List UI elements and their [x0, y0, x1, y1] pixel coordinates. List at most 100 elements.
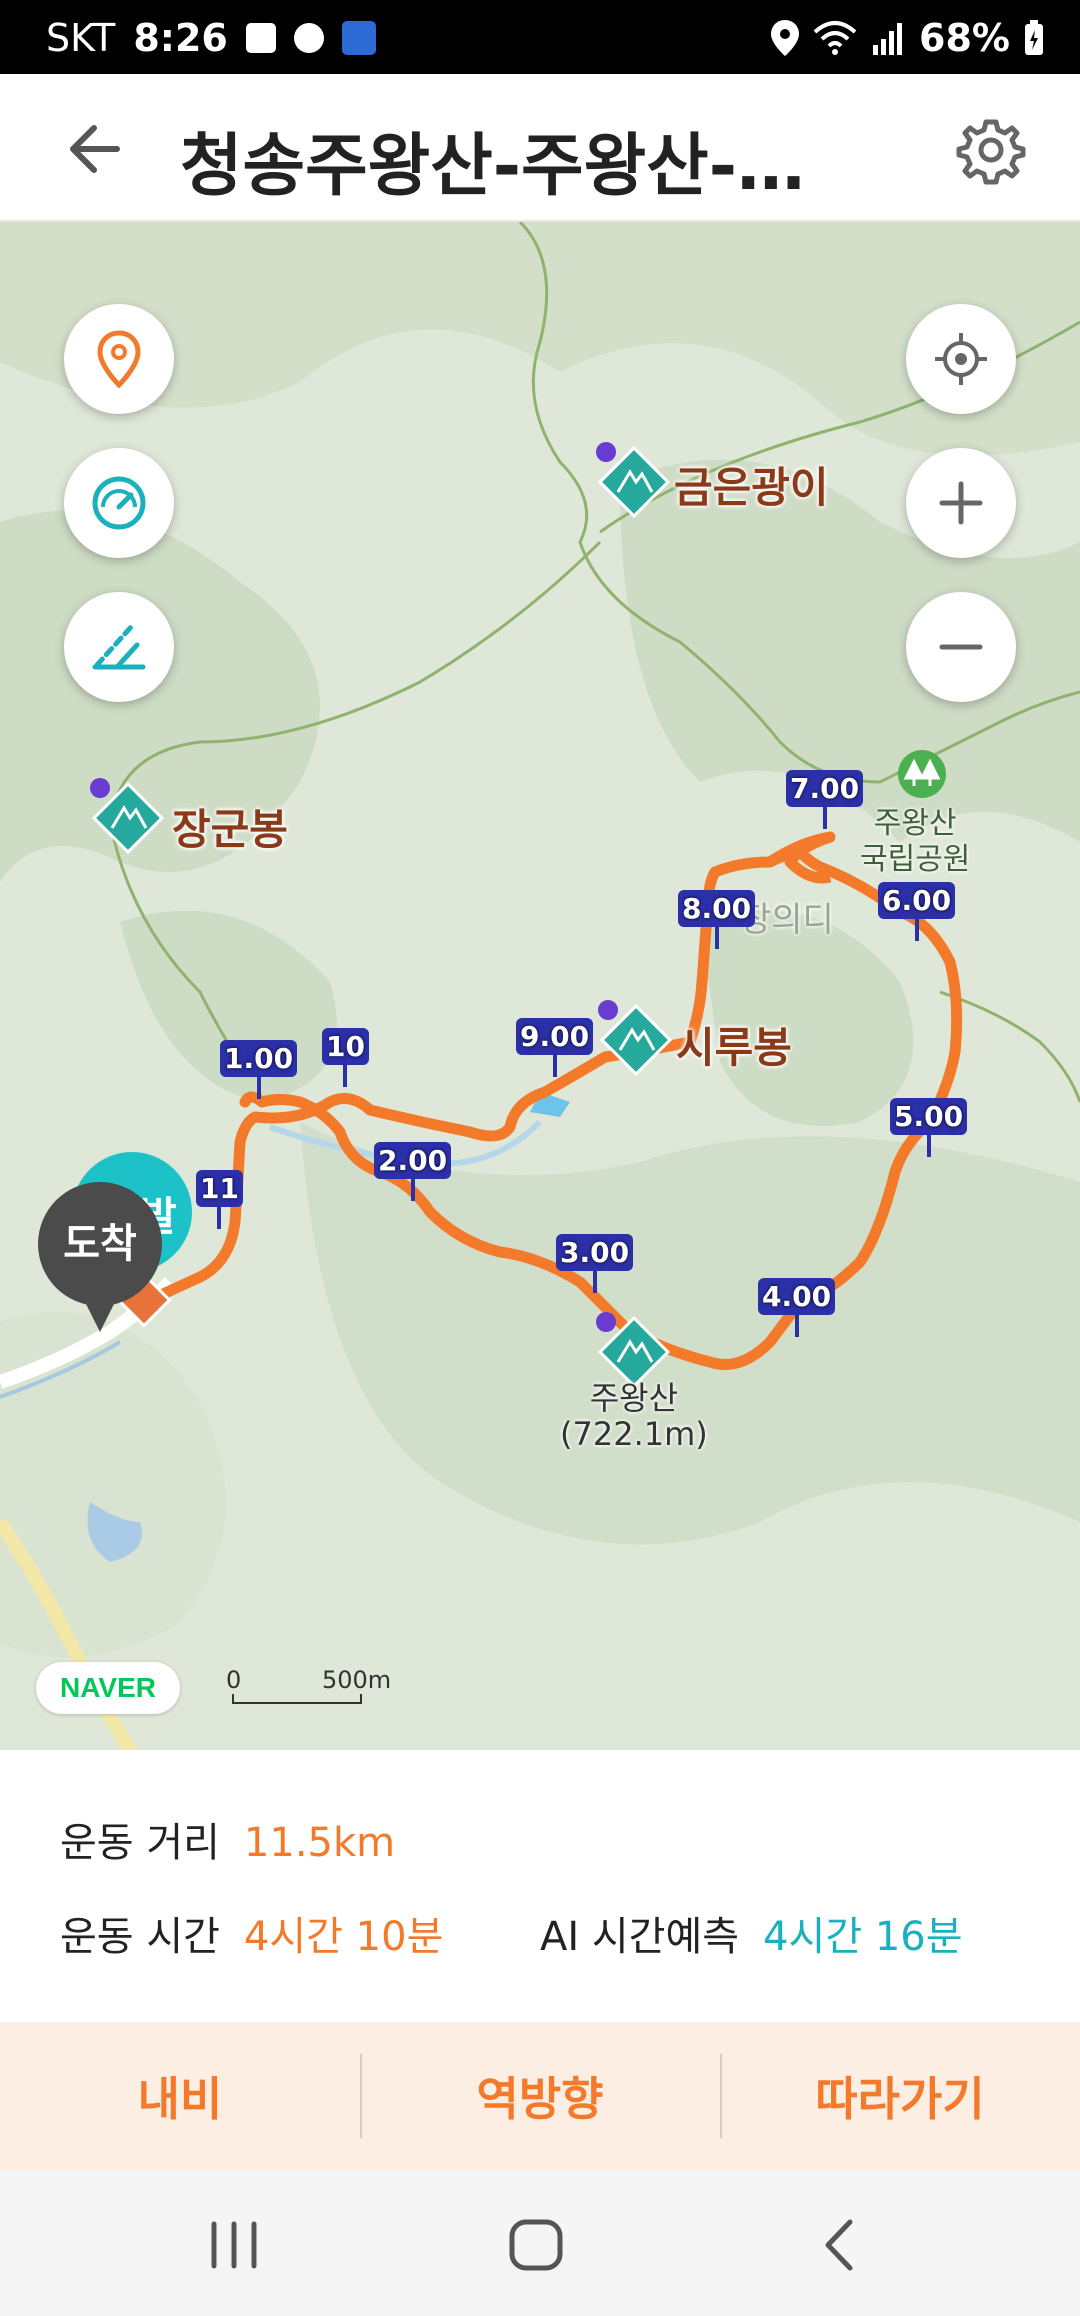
distance-marker[interactable]: 9.00	[516, 1018, 594, 1077]
zoom-out-button[interactable]	[906, 592, 1016, 702]
marker-stem	[343, 1065, 348, 1087]
distance-value: 11.5km	[243, 1820, 396, 1866]
marker-stem	[410, 1179, 415, 1201]
follow-button[interactable]: 따라가기	[720, 2022, 1080, 2170]
distance-marker[interactable]: 4.00	[758, 1278, 836, 1337]
plus-icon	[939, 481, 983, 525]
distance-marker[interactable]: 2.00	[374, 1142, 452, 1201]
marker-label: 4.00	[758, 1278, 836, 1315]
peak-label-siru: 시루봉	[676, 1023, 792, 1072]
peak-name: 주왕산	[589, 1379, 679, 1417]
arrive-marker-tip	[80, 1292, 120, 1332]
peak-label-janggun: 장군봉	[172, 805, 288, 854]
battery-percent: 68%	[919, 16, 1010, 60]
marker-label: 8.00	[678, 890, 756, 927]
marker-stem	[714, 927, 719, 949]
marker-label: 6.00	[878, 882, 956, 919]
system-nav-bar	[0, 2170, 1080, 2316]
distance-marker[interactable]: 6.00	[878, 882, 956, 941]
app-badge-icon	[341, 21, 376, 55]
system-back-button[interactable]	[800, 2210, 880, 2280]
zoom-in-button[interactable]	[906, 448, 1016, 558]
app-notify-icon	[293, 23, 324, 53]
minus-icon	[939, 644, 983, 650]
marker-label: 7.00	[786, 770, 864, 807]
distance-marker[interactable]: 1.00	[220, 1040, 298, 1099]
gear-icon	[956, 119, 1026, 185]
park-tree-icon	[898, 750, 946, 798]
elevation-button[interactable]	[64, 592, 174, 702]
recent-apps-button[interactable]	[194, 2210, 274, 2280]
mountain-icon	[90, 778, 165, 855]
park-label-line2: 국립공원	[860, 842, 971, 877]
distance-marker[interactable]: 10	[322, 1028, 369, 1087]
marker-stem	[794, 1315, 799, 1337]
distance-label: 운동 거리	[60, 1820, 220, 1866]
back-arrow-icon	[70, 125, 120, 173]
naver-logo: NAVER	[36, 1662, 180, 1714]
settings-button[interactable]	[955, 114, 1027, 186]
back-button[interactable]	[62, 114, 142, 184]
marker-label: 10	[322, 1028, 369, 1065]
ai-time-row: AI 시간예측 4시간 16분	[540, 1904, 963, 1962]
time-row: 운동 시간 4시간 10분	[60, 1904, 443, 1962]
slope-icon	[92, 624, 146, 670]
location-icon	[771, 20, 800, 56]
distance-marker[interactable]: 11	[196, 1170, 243, 1229]
map-view[interactable]: 금은광이 장군봉 시루봉 주왕산 (722.1m) 주왕산 국립공원 장의디 1…	[0, 222, 1080, 1750]
clock: 8:26	[133, 16, 228, 60]
my-location-button[interactable]	[906, 304, 1016, 414]
location-pin-icon	[97, 330, 141, 388]
arrive-marker[interactable]: 도착	[38, 1182, 162, 1306]
marker-label: 1.00	[220, 1040, 298, 1077]
navi-button[interactable]: 내비	[0, 2022, 360, 2170]
marker-stem	[217, 1207, 222, 1229]
park-label-line1: 주왕산	[873, 806, 957, 841]
park-label: 주왕산 국립공원	[860, 806, 970, 878]
marker-stem	[926, 1135, 931, 1157]
recent-apps-icon	[211, 2221, 257, 2269]
distance-marker[interactable]: 7.00	[786, 770, 864, 829]
screen: SKT 8:26 68% 청송주왕산-주왕산-… 금은광이 장군봉 시루봉 주왕…	[0, 0, 1080, 2316]
signal-icon	[873, 23, 903, 55]
marker-label: 5.00	[890, 1098, 968, 1135]
marker-stem	[256, 1077, 261, 1099]
peak-elevation: (722.1m)	[560, 1415, 708, 1453]
ai-time-label: AI 시간예측	[540, 1914, 740, 1960]
scale-bar	[232, 1694, 362, 1704]
distance-row: 운동 거리 11.5km	[60, 1810, 395, 1868]
chevron-left-icon	[825, 2219, 853, 2271]
peak-label-geumeun: 금은광이	[674, 463, 829, 512]
wifi-icon	[813, 21, 857, 55]
marker-label: 9.00	[516, 1018, 594, 1055]
time-value: 4시간 10분	[243, 1914, 444, 1960]
battery-icon	[1025, 20, 1043, 55]
map-scale: 0 500m	[226, 1666, 396, 1706]
mountain-icon	[598, 1000, 673, 1077]
ai-time-value: 4시간 16분	[763, 1914, 963, 1960]
marker-stem	[914, 919, 919, 941]
app-header: 청송주왕산-주왕산-…	[0, 74, 1080, 222]
poi-button[interactable]	[64, 304, 174, 414]
crosshair-icon	[935, 333, 987, 385]
action-bar: 내비 역방향 따라가기	[0, 2022, 1080, 2170]
scale-zero: 0	[226, 1666, 242, 1694]
reverse-button[interactable]: 역방향	[360, 2022, 720, 2170]
home-button[interactable]	[496, 2210, 576, 2280]
distance-marker[interactable]: 5.00	[890, 1098, 968, 1157]
marker-stem	[552, 1055, 557, 1077]
peak-label-juwang: 주왕산 (722.1m)	[560, 1380, 708, 1452]
gallery-icon	[245, 23, 276, 53]
status-bar: SKT 8:26 68%	[0, 0, 1080, 74]
workout-info-panel: 운동 거리 11.5km 운동 시간 4시간 10분 AI 시간예측 4시간 1…	[0, 1750, 1080, 2022]
mountain-icon	[596, 442, 671, 519]
distance-marker[interactable]: 8.00	[678, 890, 756, 949]
page-title: 청송주왕산-주왕산-…	[180, 127, 805, 206]
speedometer-icon	[92, 476, 146, 530]
marker-label: 3.00	[556, 1234, 634, 1271]
distance-marker[interactable]: 3.00	[556, 1234, 634, 1293]
marker-stem	[822, 807, 827, 829]
scale-distance: 500m	[322, 1666, 392, 1694]
carrier: SKT	[46, 16, 116, 60]
speed-button[interactable]	[64, 448, 174, 558]
